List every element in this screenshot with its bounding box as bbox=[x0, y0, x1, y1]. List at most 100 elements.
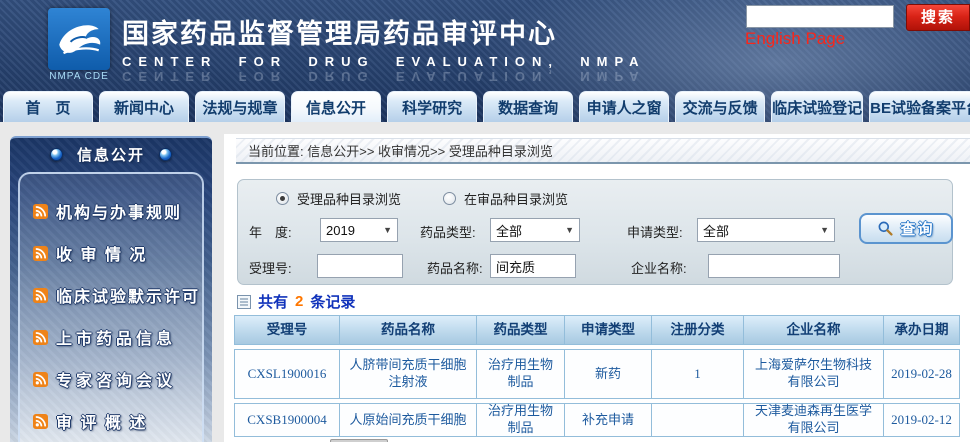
tab-be-trial-platform[interactable]: BE试验备案平台 bbox=[869, 91, 970, 122]
drug-type-select[interactable]: 全部 ▼ bbox=[490, 218, 580, 242]
sphere-icon bbox=[159, 148, 172, 161]
year-select-value: 2019 bbox=[326, 223, 355, 238]
swan-icon bbox=[48, 8, 110, 70]
cell-drug-name: 人脐带间充质干细胞注射液 bbox=[339, 349, 477, 399]
radio-accepted-catalog[interactable] bbox=[276, 192, 289, 205]
sphere-icon bbox=[50, 148, 63, 161]
col-header-registration-class: 注册分类 bbox=[651, 315, 744, 345]
drug-name-label: 药品名称: bbox=[427, 258, 483, 277]
nmpa-cde-logo-icon bbox=[48, 8, 110, 70]
cell-company: 上海爱萨尔生物科技有限公司 bbox=[743, 349, 884, 399]
radio-accepted-catalog-label: 受理品种目录浏览 bbox=[297, 189, 401, 208]
rss-icon bbox=[33, 204, 48, 219]
page: NMPA CDE 国家药品监督管理局药品审评中心 CENTER FOR DRUG… bbox=[0, 0, 970, 442]
cell-company: 天津麦迪森再生医学有限公司 bbox=[743, 403, 884, 437]
sidebar-item-expert-advisory-meeting[interactable]: 专家咨询会议 bbox=[20, 358, 202, 400]
rss-icon bbox=[33, 330, 48, 345]
sidebar-menu: 机构与办事规则 收 审 情 况 临床试验默示许可 上市药品信息 专家咨询会议 审… bbox=[18, 172, 204, 442]
tab-science[interactable]: 科学研究 bbox=[387, 91, 477, 122]
year-select[interactable]: 2019 ▼ bbox=[320, 218, 398, 242]
sidebar-item-acceptance-review[interactable]: 收 审 情 况 bbox=[20, 232, 202, 274]
dropdown-arrow-icon: ▼ bbox=[820, 225, 829, 235]
site-subtitle-reflection: CENTER FOR DRUG EVALUATION, NMPA bbox=[122, 69, 646, 84]
logo-caption: NMPA CDE bbox=[40, 71, 118, 82]
year-label: 年 度: bbox=[249, 222, 292, 241]
main-nav: 首 页 新闻中心 法规与规章 信息公开 科学研究 数据查询 申请人之窗 交流与反… bbox=[0, 91, 970, 122]
table-row: CXSL1900016 人脐带间充质干细胞注射液 治疗用生物制品 新药 1 上海… bbox=[234, 349, 966, 399]
rss-icon bbox=[33, 288, 48, 303]
sidebar-item-org-rules[interactable]: 机构与办事规则 bbox=[20, 190, 202, 232]
list-icon bbox=[237, 295, 251, 309]
dropdown-arrow-icon: ▼ bbox=[383, 225, 392, 235]
header-search-button[interactable]: 搜索 bbox=[906, 4, 970, 31]
tab-home[interactable]: 首 页 bbox=[3, 91, 93, 122]
site-header: NMPA CDE 国家药品监督管理局药品审评中心 CENTER FOR DRUG… bbox=[0, 0, 970, 122]
acceptance-no-input[interactable] bbox=[317, 254, 403, 278]
result-count-prefix: 共有 bbox=[258, 291, 288, 312]
col-header-apply-type: 申请类型 bbox=[564, 315, 652, 345]
drug-type-label: 药品类型: bbox=[420, 222, 476, 241]
col-header-date: 承办日期 bbox=[883, 315, 960, 345]
company-name-label: 企业名称: bbox=[631, 258, 687, 277]
filter-panel: 受理品种目录浏览 在审品种目录浏览 年 度: 2019 ▼ 药品类型: 全部 ▼… bbox=[237, 179, 953, 285]
col-header-drug-name: 药品名称 bbox=[339, 315, 477, 345]
radio-in-review-catalog-label: 在审品种目录浏览 bbox=[464, 189, 568, 208]
sidebar-item-label: 临床试验默示许可 bbox=[56, 283, 200, 307]
tab-info-disclosure[interactable]: 信息公开 bbox=[291, 91, 381, 122]
sidebar-item-label: 上市药品信息 bbox=[56, 325, 176, 349]
cell-registration-class: 1 bbox=[651, 349, 744, 399]
sidebar-item-label: 收 审 情 况 bbox=[56, 241, 147, 265]
col-header-drug-type: 药品类型 bbox=[476, 315, 565, 345]
tab-applicant-window[interactable]: 申请人之窗 bbox=[579, 91, 669, 122]
site-title: 国家药品监督管理局药品审评中心 bbox=[122, 12, 646, 51]
tab-regulations[interactable]: 法规与规章 bbox=[195, 91, 285, 122]
radio-in-review-catalog[interactable] bbox=[443, 192, 456, 205]
cell-apply-type: 新药 bbox=[564, 349, 652, 399]
cell-drug-type: 治疗用生物制品 bbox=[476, 403, 565, 437]
sidebar-item-label: 专家咨询会议 bbox=[56, 367, 176, 391]
apply-type-select[interactable]: 全部 ▼ bbox=[697, 218, 835, 242]
tab-clinical-trial-registry[interactable]: 临床试验登记 bbox=[771, 91, 863, 122]
table-row: CXSB1900004 人原始间充质干细胞 治疗用生物制品 补充申请 天津麦迪森… bbox=[234, 403, 966, 437]
sidebar-item-label: 机构与办事规则 bbox=[56, 199, 182, 223]
view-mode-radios: 受理品种目录浏览 在审品种目录浏览 bbox=[276, 189, 568, 208]
sidebar-item-marketed-drug-info[interactable]: 上市药品信息 bbox=[20, 316, 202, 358]
site-subtitle: CENTER FOR DRUG EVALUATION, NMPA bbox=[122, 54, 646, 69]
col-header-acceptance-no: 受理号 bbox=[234, 315, 340, 345]
query-button[interactable]: 查询 bbox=[859, 213, 953, 244]
header-search-input[interactable] bbox=[746, 5, 894, 28]
sidebar: 信息公开 机构与办事规则 收 审 情 况 临床试验默示许可 上市药品信息 bbox=[10, 136, 212, 442]
sidebar-item-clinical-trial-implied-license[interactable]: 临床试验默示许可 bbox=[20, 274, 202, 316]
result-count-number: 2 bbox=[295, 293, 303, 310]
sidebar-item-label: 审 评 概 述 bbox=[56, 409, 147, 433]
cell-date: 2019-02-12 bbox=[883, 403, 960, 437]
drug-type-select-value: 全部 bbox=[496, 221, 522, 240]
col-header-company: 企业名称 bbox=[743, 315, 884, 345]
tab-feedback[interactable]: 交流与反馈 bbox=[675, 91, 765, 122]
sidebar-item-review-overview[interactable]: 审 评 概 述 bbox=[20, 400, 202, 442]
result-count-suffix: 条记录 bbox=[310, 291, 355, 312]
result-count-row: 共有 2 条记录 bbox=[237, 291, 355, 312]
apply-type-select-value: 全部 bbox=[703, 221, 729, 240]
english-page-link[interactable]: English Page bbox=[745, 29, 845, 49]
tab-data-query[interactable]: 数据查询 bbox=[483, 91, 573, 122]
cell-acceptance-no: CXSL1900016 bbox=[234, 349, 340, 399]
sidebar-header: 信息公开 bbox=[10, 138, 212, 170]
tab-news[interactable]: 新闻中心 bbox=[99, 91, 189, 122]
cell-apply-type: 补充申请 bbox=[564, 403, 652, 437]
search-icon bbox=[877, 220, 894, 237]
acceptance-no-label: 受理号: bbox=[249, 258, 292, 277]
rss-icon bbox=[33, 414, 48, 429]
query-button-label: 查询 bbox=[900, 218, 934, 239]
breadcrumb: 当前位置: 信息公开>> 收审情况>> 受理品种目录浏览 bbox=[236, 138, 970, 164]
rss-icon bbox=[33, 246, 48, 261]
cell-date: 2019-02-28 bbox=[883, 349, 960, 399]
main-content: 当前位置: 信息公开>> 收审情况>> 受理品种目录浏览 受理品种目录浏览 在审… bbox=[224, 134, 970, 442]
dropdown-arrow-icon: ▼ bbox=[565, 225, 574, 235]
cell-drug-type: 治疗用生物制品 bbox=[476, 349, 565, 399]
results-table: 受理号 药品名称 药品类型 申请类型 注册分类 企业名称 承办日期 CXSL19… bbox=[234, 315, 966, 437]
company-name-input[interactable] bbox=[708, 254, 840, 278]
sidebar-title: 信息公开 bbox=[77, 144, 145, 165]
drug-name-input[interactable] bbox=[490, 254, 576, 278]
table-header-row: 受理号 药品名称 药品类型 申请类型 注册分类 企业名称 承办日期 bbox=[234, 315, 966, 345]
